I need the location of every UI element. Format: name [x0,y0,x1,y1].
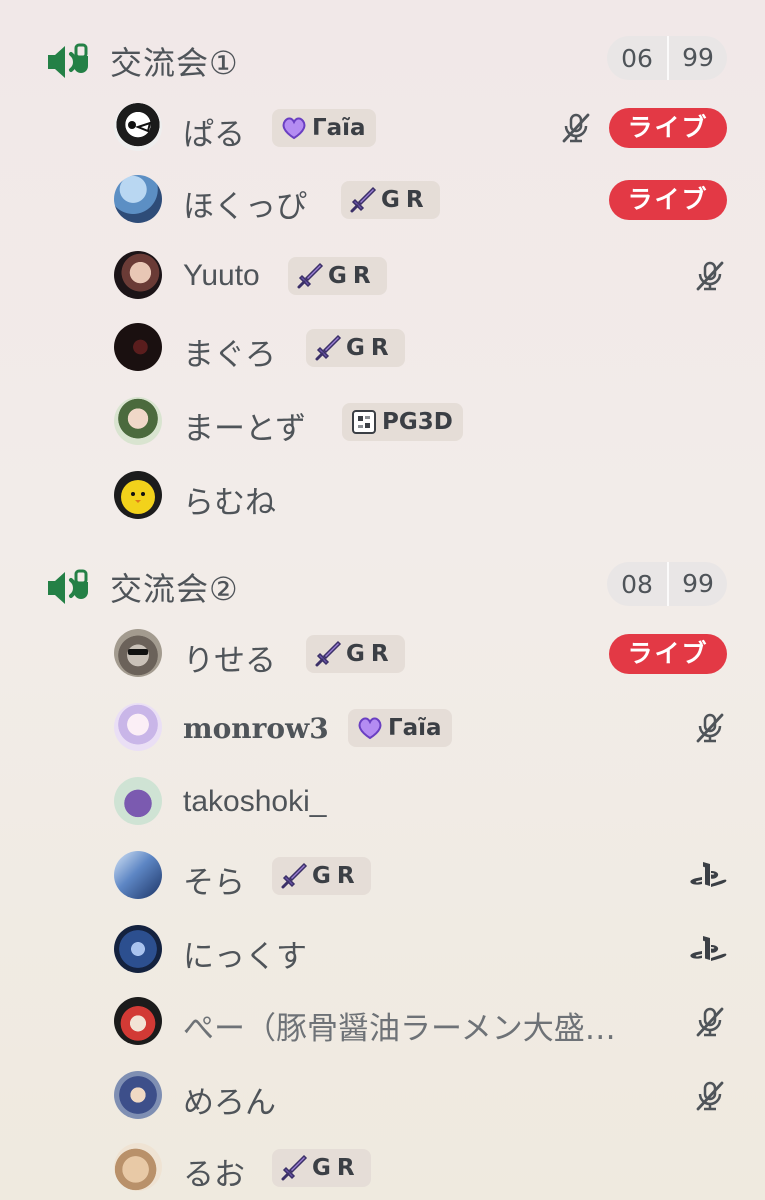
sword-icon [296,262,324,290]
live-badge[interactable]: ライブ [609,634,727,674]
voice-channel-header[interactable]: 交流会② 08 99 [0,554,765,614]
sword-icon [280,862,308,890]
guild-tag[interactable]: GR [288,257,387,295]
playstation-icon [689,933,729,967]
voice-user-row[interactable]: らむね [0,466,765,526]
username: ほくっぴ [183,189,307,225]
guild-tag-label: Γaĩa [312,115,366,141]
avatar[interactable] [114,997,162,1045]
voice-user-row[interactable]: takoshoki_ [0,772,765,832]
avatar[interactable] [114,175,162,223]
avatar[interactable] [114,925,162,973]
sword-icon [314,334,342,362]
username: るお [183,1157,245,1193]
voice-user-row[interactable]: ぺー（豚骨醤油ラーメン大盛… [0,992,765,1052]
voice-user-row[interactable]: ぱる Γaĩa ライブ [0,98,765,158]
muted-mic-icon [559,111,593,145]
user-limit: 99 [667,36,727,80]
guild-tag[interactable]: Γaĩa [348,709,452,747]
avatar[interactable] [114,397,162,445]
guild-tag-label: GR [312,863,361,889]
voice-user-row[interactable]: まーとず PG3D [0,392,765,452]
pixel-block-icon [350,408,378,436]
avatar[interactable] [114,103,162,151]
user-limit-badge: 08 99 [607,562,727,606]
username: らむね [183,485,276,521]
voice-user-row[interactable]: Yuuto GR [0,246,765,306]
username: ぱる [183,117,245,153]
live-badge[interactable]: ライブ [609,180,727,220]
avatar[interactable] [114,471,162,519]
avatar[interactable] [114,851,162,899]
muted-mic-icon [693,711,727,745]
muted-mic-icon [693,1079,727,1113]
username: monrow3 [183,712,329,745]
guild-tag[interactable]: GR [272,1149,371,1187]
username: めろん [183,1085,276,1121]
username: りせる [183,643,276,679]
username: そら [183,865,245,901]
channel-name: 交流会① [110,44,239,82]
voice-channel-icon [46,568,90,608]
avatar[interactable] [114,251,162,299]
guild-tag[interactable]: GR [341,181,440,219]
username: まぐろ [183,337,276,373]
guild-tag[interactable]: GR [272,857,371,895]
guild-tag[interactable]: Γaĩa [272,109,376,147]
username: まーとず [183,411,307,447]
voice-user-row[interactable]: そら GR [0,846,765,906]
guild-tag[interactable]: GR [306,635,405,673]
voice-user-row[interactable]: めろん [0,1066,765,1126]
guild-tag-label: Γaĩa [388,715,442,741]
guild-tag-label: GR [346,335,395,361]
playstation-icon [689,859,729,893]
guild-tag-label: GR [381,187,430,213]
muted-mic-icon [693,1005,727,1039]
muted-mic-icon [693,259,727,293]
purple-heart-icon [356,714,384,742]
avatar[interactable] [114,323,162,371]
voice-user-row[interactable]: monrow3 Γaĩa [0,698,765,758]
user-count: 08 [621,569,653,599]
user-limit-badge: 06 99 [607,36,727,80]
voice-user-row[interactable]: るお GR [0,1138,765,1198]
username: ぺー（豚骨醤油ラーメン大盛… [183,1011,616,1047]
username: Yuuto [183,259,260,292]
avatar[interactable] [114,629,162,677]
guild-tag[interactable]: PG3D [342,403,463,441]
purple-heart-icon [280,114,308,142]
sword-icon [349,186,377,214]
avatar[interactable] [114,703,162,751]
guild-tag-label: PG3D [382,409,453,435]
guild-tag-label: GR [328,263,377,289]
avatar[interactable] [114,777,162,825]
sword-icon [280,1154,308,1182]
user-count: 06 [621,43,653,73]
voice-channel-icon [46,42,90,82]
guild-tag[interactable]: GR [306,329,405,367]
voice-user-row[interactable]: ほくっぴ GR ライブ [0,170,765,230]
username: にっくす [183,939,307,975]
guild-tag-label: GR [312,1155,361,1181]
voice-channel-header[interactable]: 交流会① 06 99 [0,28,765,88]
guild-tag-label: GR [346,641,395,667]
user-limit: 99 [667,562,727,606]
channel-name: 交流会② [110,570,239,608]
voice-user-row[interactable]: にっくす [0,920,765,980]
live-badge[interactable]: ライブ [609,108,727,148]
avatar[interactable] [114,1143,162,1191]
voice-user-row[interactable]: まぐろ GR [0,318,765,378]
voice-user-row[interactable]: りせる GR ライブ [0,624,765,684]
username: takoshoki_ [183,785,327,818]
sword-icon [314,640,342,668]
avatar[interactable] [114,1071,162,1119]
